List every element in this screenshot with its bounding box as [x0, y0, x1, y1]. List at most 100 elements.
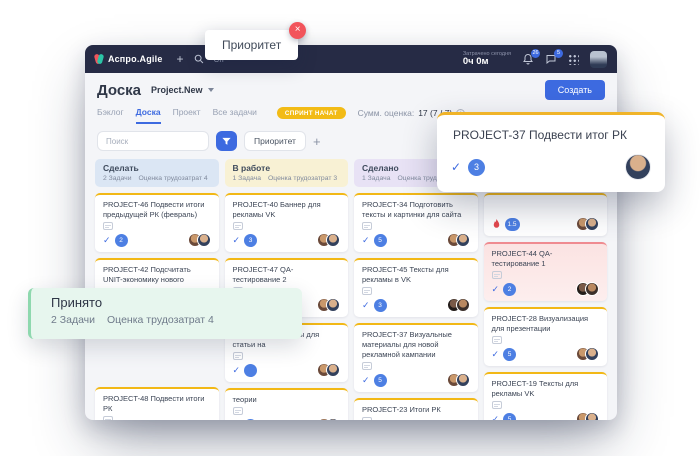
avatar	[326, 233, 340, 247]
task-title: PROJECT-37 Визуальные материалы для ново…	[362, 330, 470, 360]
description-icon	[362, 417, 372, 420]
check-icon: ✓	[492, 414, 500, 421]
description-icon	[233, 352, 243, 360]
description-icon	[233, 407, 243, 415]
task-card[interactable]: PROJECT-45 Тексты для рекламы в VK ✓3	[354, 258, 478, 317]
column-title: Сделать	[103, 163, 211, 173]
avatar	[585, 347, 599, 361]
column-effort: Оценка трудозатрат 3	[268, 175, 337, 182]
user-avatar[interactable]	[590, 51, 607, 68]
avatar	[585, 282, 599, 296]
add-icon[interactable]: +	[177, 53, 184, 65]
app-window: Аспро.Agile + Сп Затрачено сегодня 0ч 0м…	[85, 45, 617, 420]
bell-icon[interactable]: 26	[522, 53, 534, 65]
search-input[interactable]	[97, 131, 209, 151]
accepted-effort: Оценка трудозатрат 4	[107, 314, 214, 326]
check-icon: ✓	[451, 160, 461, 174]
project-select[interactable]: Project.New	[151, 85, 214, 95]
task-card[interactable]: PROJECT-37 Визуальные материалы для ново…	[354, 323, 478, 392]
task-card[interactable]: PROJECT-46 Подвести итоги предыдущей РК …	[95, 193, 219, 252]
tab-project[interactable]: Проект	[173, 107, 201, 124]
logo-icon	[95, 54, 103, 64]
task-card[interactable]: 1.5	[484, 193, 608, 236]
estimate-badge: 1.5	[505, 218, 520, 231]
create-button[interactable]: Создать	[545, 80, 605, 100]
estimate-badge: 3	[244, 234, 257, 247]
description-icon	[362, 362, 372, 370]
close-icon[interactable]: ×	[289, 22, 306, 39]
task-title: PROJECT-46 Подвести итоги предыдущей РК …	[103, 200, 211, 220]
task-card[interactable]: PROJECT-28 Визуализация для презентации …	[484, 307, 608, 366]
tab-board[interactable]: Доска	[136, 107, 161, 124]
estimate-badge: 2	[115, 234, 128, 247]
column-done: Сделано 1 ЗадачаОценка трудозатрат PROJE…	[354, 159, 478, 420]
avatar	[456, 298, 470, 312]
check-icon: ✓	[103, 235, 111, 246]
task-card[interactable]: PROJECT-19 Тексты для рекламы VK ✓5	[484, 372, 608, 420]
column-header[interactable]: В работе 1 Задача Оценка трудозатрат 3	[225, 159, 349, 187]
avatar	[585, 217, 599, 231]
add-filter-icon[interactable]: +	[313, 135, 321, 148]
check-icon: ✓	[362, 235, 370, 246]
filter-chip-priority[interactable]: Приоритет	[244, 131, 306, 151]
avatar	[197, 233, 211, 247]
filter-button[interactable]	[216, 131, 237, 151]
fire-icon	[492, 219, 501, 230]
check-icon: ✓	[233, 235, 241, 246]
tab-backlog[interactable]: Бэклог	[97, 107, 124, 124]
task-card[interactable]: PROJECT-48 Подвести итоги РК ✓2	[95, 387, 219, 420]
page: Аспро.Agile + Сп Затрачено сегодня 0ч 0м…	[0, 0, 700, 456]
task-title: теории	[233, 395, 341, 405]
estimate-badge: 5	[374, 234, 387, 247]
estimate-badge: 3	[244, 419, 257, 421]
funnel-icon	[221, 136, 232, 147]
estimate-badge: 5	[503, 413, 516, 421]
task-card[interactable]: PROJECT-40 Баннер для рекламы VK ✓3	[225, 193, 349, 252]
accepted-title: Принято	[51, 295, 282, 310]
task-title: PROJECT-28 Визуализация для презентации	[492, 314, 600, 334]
task-card[interactable]: PROJECT-23 Итоги РК ✓5	[354, 398, 478, 420]
estimate-badge	[244, 364, 257, 377]
popup-task-title: PROJECT-37 Подвести итог РК	[437, 115, 665, 152]
task-title: PROJECT-40 Баннер для рекламы VK	[233, 200, 341, 220]
estimate-badge: 2	[503, 283, 516, 296]
column-title: В работе	[233, 163, 341, 173]
column-task-count: 1 Задача	[233, 175, 261, 182]
column-header[interactable]: Сделать 2 ЗадачиОценка трудозатрат 4	[95, 159, 219, 187]
task-card[interactable]: PROJECT-34 Подготовить тексты и картинки…	[354, 193, 478, 252]
estimate-badge: 3	[468, 159, 485, 176]
project-name: Project.New	[151, 85, 203, 95]
app-logo[interactable]: Аспро.Agile	[95, 54, 163, 64]
sprint-status-badge: СПРИНТ НАЧАТ	[277, 107, 346, 119]
chevron-down-icon	[208, 88, 214, 92]
avatar	[326, 363, 340, 377]
avatar	[456, 373, 470, 387]
priority-tooltip-label: Приоритет	[222, 38, 281, 52]
app-name: Аспро.Agile	[108, 54, 163, 64]
description-icon	[362, 287, 372, 295]
time-tracker[interactable]: Затрачено сегодня 0ч 0м	[463, 51, 511, 67]
description-icon	[492, 401, 502, 409]
task-card[interactable]: теории ✓3	[225, 388, 349, 420]
description-icon	[103, 416, 113, 420]
chat-icon[interactable]: 5	[545, 53, 557, 65]
estimate-badge: 3	[374, 299, 387, 312]
column-accepted: 1.5 PROJECT-44 QA-тестирование 1 ✓2 PROJ…	[484, 159, 608, 420]
score-label: Сумм. оценка:	[358, 108, 415, 118]
time-value: 0ч 0м	[463, 57, 511, 67]
tab-all-tasks[interactable]: Все задачи	[213, 107, 257, 124]
avatar	[625, 154, 651, 180]
accepted-column-popup: Принято 2 Задачи Оценка трудозатрат 4	[28, 288, 302, 339]
check-icon: ✓	[233, 365, 241, 376]
column-task-count: 2 Задачи	[103, 175, 132, 182]
check-icon: ✓	[362, 300, 370, 311]
search-icon[interactable]	[194, 54, 204, 64]
task-preview-popup[interactable]: PROJECT-37 Подвести итог РК ✓ 3	[437, 112, 665, 192]
description-icon	[233, 222, 243, 230]
task-title: PROJECT-19 Тексты для рекламы VK	[492, 379, 600, 399]
avatar	[326, 418, 340, 420]
apps-grid-icon[interactable]	[568, 54, 579, 65]
task-card-highlighted[interactable]: PROJECT-44 QA-тестирование 1 ✓2	[484, 242, 608, 301]
task-title: PROJECT-48 Подвести итоги РК	[103, 394, 211, 414]
avatar	[326, 298, 340, 312]
